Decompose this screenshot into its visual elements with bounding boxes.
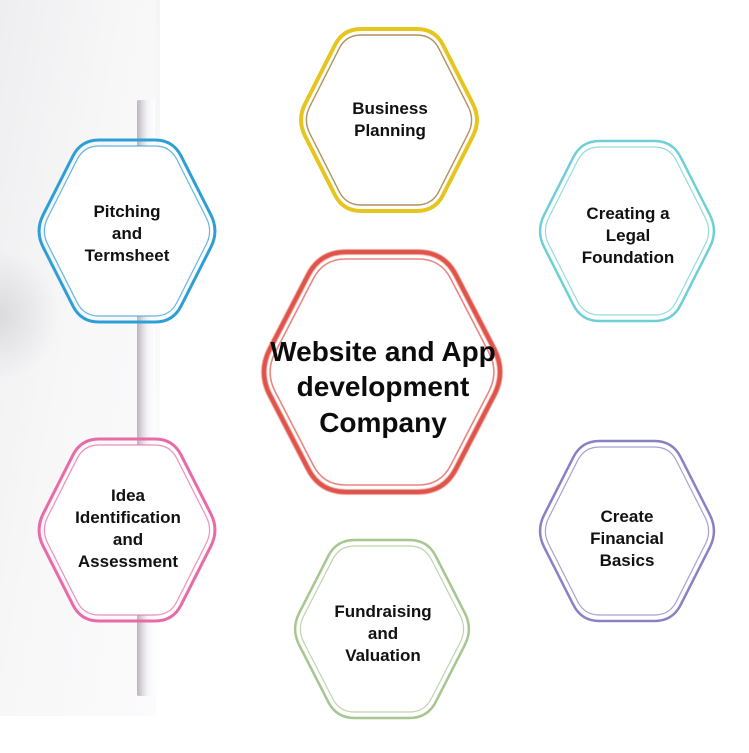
node-fundraising-and-valuation: Fundraising and Valuation: [293, 538, 471, 720]
node-label-line: Financial: [590, 529, 664, 548]
hexagon-diagram: Website and App development Company Busi…: [37, 27, 716, 720]
node-label-line: Business: [352, 99, 428, 118]
node-label-line: Fundraising: [334, 602, 431, 621]
node-label-line: Legal: [606, 226, 650, 245]
center-title-line-1: Website and App: [270, 336, 496, 367]
node-label-line: Creating a: [586, 204, 670, 223]
node-idea-identification-and-assessment: Idea Identification and Assessment: [37, 437, 217, 623]
node-label-line: Basics: [600, 551, 655, 570]
center-title-line-2: development: [297, 371, 470, 402]
node-create-financial-basics: Create Financial Basics: [538, 439, 716, 623]
node-label-line: Valuation: [345, 646, 421, 665]
center-title-line-3: Company: [319, 407, 447, 438]
node-label-line: Planning: [354, 121, 426, 140]
node-label-line: Pitching: [93, 202, 160, 221]
node-label-line: and: [112, 224, 142, 243]
node-label-line: Foundation: [582, 248, 675, 267]
node-label-line: Idea: [111, 486, 146, 505]
node-label-line: Assessment: [78, 552, 179, 571]
center-hexagon: Website and App development Company: [261, 249, 503, 495]
node-label-line: Termsheet: [85, 246, 170, 265]
node-label-line: and: [368, 624, 398, 643]
node-business-planning: Business Planning: [299, 27, 479, 213]
node-label-line: Create: [601, 507, 654, 526]
node-creating-legal-foundation: Creating a Legal Foundation: [538, 139, 716, 323]
node-pitching-and-termsheet: Pitching and Termsheet: [37, 138, 217, 324]
node-label-line: and: [113, 530, 143, 549]
node-label-line: Identification: [75, 508, 181, 527]
